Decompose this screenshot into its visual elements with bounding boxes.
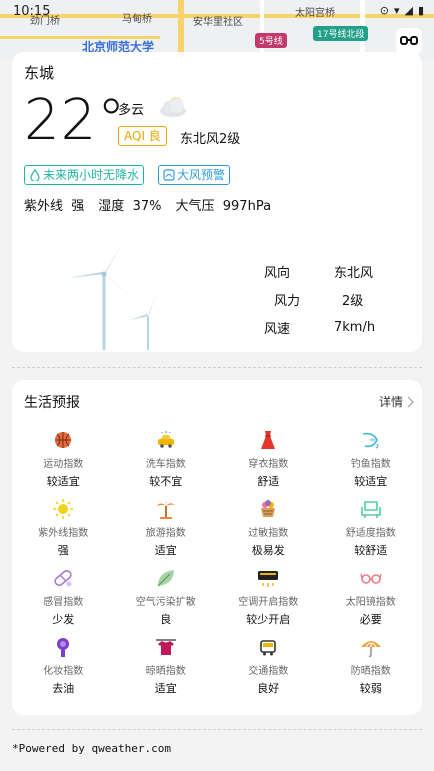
status-icons: ⊙ ▾ ◢ ▮ — [380, 4, 424, 17]
wind-speed-value: 7km/h — [334, 319, 376, 335]
pressure-metric: 大气压 997hPa — [175, 199, 272, 214]
battery-icon: ▮ — [417, 4, 424, 17]
sunglasses-icon — [360, 573, 382, 584]
life-index-item[interactable]: 舒适度指数 较舒适 — [320, 497, 423, 566]
basketball-icon — [55, 432, 72, 448]
life-index-item[interactable]: 旅游指数 适宜 — [115, 497, 218, 566]
subway-line-badge: 5号线 — [255, 33, 287, 48]
life-index-item[interactable]: 感冒指数 少发 — [12, 566, 115, 635]
glasses-icon — [400, 36, 418, 45]
flower-basket-icon — [261, 500, 276, 517]
life-index-item[interactable]: 晾晒指数 适宜 — [115, 635, 218, 704]
weather-condition: 多云 — [118, 103, 145, 118]
location-icon: ⊙ — [379, 4, 389, 17]
life-forecast-card: 生活预报 详情 运动指数 较适宜 洗车指数 较不宜 穿衣指数 舒适 钓鱼指数 较… — [12, 380, 422, 715]
air-conditioner-icon — [258, 571, 279, 587]
life-forecast-title: 生活预报 — [24, 395, 80, 411]
life-index-item[interactable]: 钓鱼指数 较适宜 — [320, 428, 423, 497]
sun-icon — [53, 499, 74, 519]
raindrop-icon — [30, 169, 40, 181]
makeup-icon — [57, 638, 70, 657]
current-temperature: 22° — [24, 88, 127, 153]
map-mode-button[interactable] — [396, 28, 422, 54]
life-index-item[interactable]: 空气污染扩散 良 — [115, 566, 218, 635]
chevron-right-icon — [407, 396, 414, 407]
subway-line-badge: 17号线北段 — [313, 26, 369, 41]
weather-alert-pill[interactable]: 大风预警 — [158, 165, 231, 185]
rain-forecast-label: 未来两小时无降水 — [43, 168, 140, 182]
palm-tree-icon — [156, 500, 175, 519]
life-index-item[interactable]: 过敏指数 极易发 — [217, 497, 320, 566]
powered-by-footer[interactable]: *Powered by qweather.com — [12, 742, 171, 755]
clothes-drying-icon — [155, 639, 176, 655]
life-index-item[interactable]: 化妆指数 去油 — [12, 635, 115, 704]
uv-metric: 紫外线 强 — [24, 199, 85, 214]
wind-summary: 东北风2级 — [180, 132, 241, 147]
life-index-item[interactable]: 运动指数 较适宜 — [12, 428, 115, 497]
umbrella-icon — [360, 641, 381, 658]
life-index-grid: 运动指数 较适宜 洗车指数 较不宜 穿衣指数 舒适 钓鱼指数 较适宜 紫外线指数… — [12, 428, 422, 704]
life-index-item[interactable]: 交通指数 良好 — [217, 635, 320, 704]
armchair-icon — [360, 501, 381, 518]
weather-card[interactable]: 东城 22° 多云 AQI 良 东北风2级 未来两小时无降水 大风预警 紫外线 … — [12, 52, 422, 352]
life-index-item[interactable]: 防晒指数 较弱 — [320, 635, 423, 704]
status-bar: 10:15 ⊙ ▾ ◢ ▮ — [0, 0, 434, 22]
aqi-badge[interactable]: AQI 良 — [118, 126, 167, 146]
wind-direction-label: 风向 — [264, 265, 291, 281]
wind-speed-label: 风速 — [264, 321, 291, 337]
wind-force-label: 风力 — [274, 293, 301, 309]
cloudy-icon — [160, 97, 186, 117]
details-label: 详情 — [378, 395, 403, 409]
weather-metrics: 紫外线 强 湿度 37% 大气压 997hPa — [24, 195, 271, 214]
divider — [12, 367, 422, 368]
leaf-icon — [157, 570, 174, 587]
status-time: 10:15 — [13, 4, 51, 19]
life-index-item[interactable]: 空调开启指数 较少开启 — [217, 566, 320, 635]
fish-icon — [362, 432, 379, 449]
life-index-item[interactable]: 紫外线指数 强 — [12, 497, 115, 566]
rain-forecast-pill[interactable]: 未来两小时无降水 — [24, 165, 145, 185]
life-index-item[interactable]: 洗车指数 较不宜 — [115, 428, 218, 497]
wifi-icon: ▾ — [393, 4, 400, 17]
alert-icon — [163, 169, 175, 181]
weather-alert-label: 大风预警 — [177, 168, 226, 182]
signal-icon: ◢ — [404, 4, 413, 17]
wind-details: 风向 东北风 风力 2级 风速 7km/h — [264, 257, 375, 341]
life-index-item[interactable]: 太阳镜指数 必要 — [320, 566, 423, 635]
pill-icon — [54, 569, 72, 587]
city-name[interactable]: 东城 — [24, 62, 54, 83]
car-wash-icon — [157, 431, 174, 448]
bus-icon — [260, 640, 277, 656]
dress-icon — [261, 431, 276, 449]
details-link[interactable]: 详情 — [379, 393, 414, 410]
humidity-metric: 湿度 37% — [98, 199, 162, 214]
windmill-icon — [68, 242, 162, 350]
wind-direction-value: 东北风 — [334, 265, 374, 281]
wind-force-value: 2级 — [342, 293, 364, 309]
divider — [12, 729, 422, 730]
life-index-item[interactable]: 穿衣指数 舒适 — [217, 428, 320, 497]
